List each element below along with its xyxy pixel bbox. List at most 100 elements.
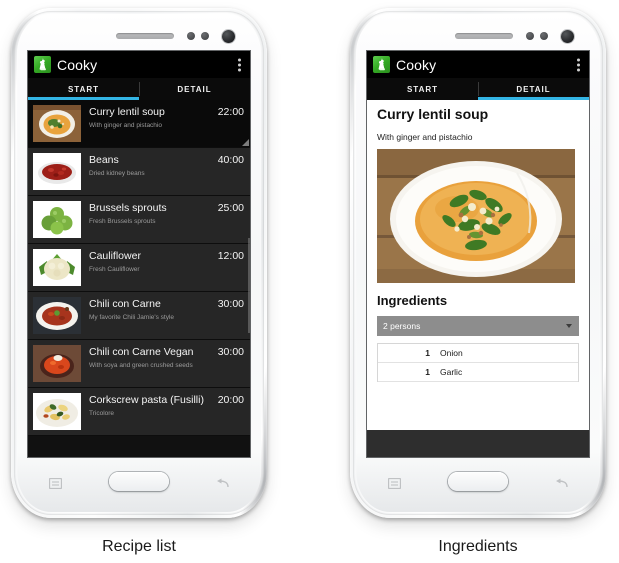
- list-item[interactable]: Curry lentil soup With ginger and pistac…: [28, 100, 250, 148]
- list-item[interactable]: Corkscrew pasta (Fusilli) Tricolore 20:0…: [28, 388, 250, 436]
- recipe-subtitle: Fresh Brussels sprouts: [89, 217, 156, 225]
- recipe-text: Chili con Carne My favorite Chili Jamie'…: [81, 297, 214, 322]
- recipe-thumbnail: [33, 105, 81, 142]
- overflow-menu-icon[interactable]: [238, 58, 241, 71]
- recipe-subtitle: With ginger and pistachio: [89, 121, 162, 129]
- list-item[interactable]: Beans Dried kidney beans 40:00: [28, 148, 250, 196]
- tab-bar: START DETAIL: [367, 78, 589, 100]
- bottom-navigation-bar: [367, 430, 589, 457]
- ingredients-section-title: Ingredients: [377, 293, 448, 308]
- tab-start-label: START: [67, 84, 100, 94]
- recipe-time: 40:00: [217, 154, 244, 166]
- recipe-thumbnail: [33, 153, 81, 190]
- recipe-subtitle: Tricolore: [89, 409, 115, 417]
- app-title: Cooky: [396, 56, 437, 73]
- action-bar: Cooky: [28, 51, 250, 78]
- tab-detail-label: DETAIL: [177, 84, 212, 94]
- ingredient-quantity: 1: [425, 367, 430, 377]
- recipe-time: 12:00: [217, 250, 244, 262]
- recipe-list[interactable]: Curry lentil soup With ginger and pistac…: [28, 100, 250, 457]
- recipe-subtitle: Dried kidney beans: [89, 169, 145, 177]
- recipe-time: 30:00: [217, 346, 244, 358]
- recipe-title: Curry lentil soup: [89, 106, 165, 118]
- recipe-title: Beans: [89, 154, 119, 166]
- phone-bottom-hardware: [350, 470, 606, 496]
- recipe-title: Chili con Carne Vegan: [89, 346, 194, 358]
- recipe-text: Cauliflower Fresh Cauliflower: [81, 249, 214, 274]
- tab-detail[interactable]: DETAIL: [139, 78, 250, 100]
- recipe-text: Corkscrew pasta (Fusilli) Tricolore: [81, 393, 214, 418]
- recipe-thumbnail: [33, 201, 81, 238]
- recipe-title: Corkscrew pasta (Fusilli): [89, 394, 204, 406]
- phone-top-hardware: [11, 30, 267, 43]
- back-soft-key-icon[interactable]: [554, 476, 568, 494]
- tab-detail-label: DETAIL: [516, 84, 551, 94]
- list-item[interactable]: Chili con Carne My favorite Chili Jamie'…: [28, 292, 250, 340]
- recipe-time: 20:00: [217, 394, 244, 406]
- phone-device-recipe-list: Cooky START DETAIL Curry lentil soup Wit…: [11, 8, 267, 518]
- recipe-detail-title: Curry lentil soup: [377, 106, 489, 122]
- speaker-grille-icon: [116, 33, 174, 39]
- phone-bottom-hardware: [11, 470, 267, 496]
- menu-soft-key-icon[interactable]: [387, 476, 402, 494]
- recipe-detail-view[interactable]: Curry lentil soup With ginger and pistac…: [367, 100, 589, 457]
- recipe-thumbnail: [33, 393, 81, 430]
- chevron-down-icon: [566, 324, 572, 328]
- tab-start-label: START: [406, 84, 439, 94]
- list-item[interactable]: Brussels sprouts Fresh Brussels sprouts …: [28, 196, 250, 244]
- list-item[interactable]: Cauliflower Fresh Cauliflower 12:00: [28, 244, 250, 292]
- recipe-detail-content: Curry lentil soup With ginger and pistac…: [367, 100, 589, 382]
- servings-dropdown[interactable]: 2 persons: [377, 316, 579, 336]
- recipe-text: Brussels sprouts Fresh Brussels sprouts: [81, 201, 214, 226]
- ingredient-name: Garlic: [440, 367, 463, 377]
- proximity-sensor-icon: [526, 32, 534, 40]
- ingredients-table: 1 Onion 1 Garlic: [377, 343, 579, 382]
- recipe-text: Chili con Carne Vegan With soya and gree…: [81, 345, 214, 370]
- recipe-text: Beans Dried kidney beans: [81, 153, 214, 178]
- selected-corner-indicator: [242, 139, 249, 146]
- front-camera-icon: [561, 30, 574, 43]
- recipe-detail-photo: [377, 149, 575, 283]
- phone-top-hardware: [350, 30, 606, 43]
- recipe-thumbnail: [33, 249, 81, 286]
- home-button[interactable]: [448, 472, 508, 491]
- speaker-grille-icon: [455, 33, 513, 39]
- tab-start[interactable]: START: [367, 78, 478, 100]
- recipe-subtitle: My favorite Chili Jamie's style: [89, 313, 175, 321]
- list-item[interactable]: Chili con Carne Vegan With soya and gree…: [28, 340, 250, 388]
- phone-screen-ingredients: Cooky START DETAIL Curry lentil soup Wit…: [367, 51, 589, 457]
- menu-soft-key-icon[interactable]: [48, 476, 63, 494]
- back-soft-key-icon[interactable]: [215, 476, 229, 494]
- light-sensor-icon: [201, 32, 209, 40]
- servings-dropdown-value: 2 persons: [383, 321, 421, 331]
- app-title: Cooky: [57, 56, 98, 73]
- action-bar: Cooky: [367, 51, 589, 78]
- recipe-time: 30:00: [217, 298, 244, 310]
- light-sensor-icon: [540, 32, 548, 40]
- caption-ingredients: Ingredients: [438, 538, 518, 555]
- recipe-text: Curry lentil soup With ginger and pistac…: [81, 105, 214, 130]
- cooky-app-icon: [34, 56, 51, 73]
- screenshot-stage: Cooky START DETAIL Curry lentil soup Wit…: [0, 0, 619, 563]
- cooky-app-icon: [373, 56, 390, 73]
- recipe-subtitle: With soya and green crushed seeds: [89, 361, 193, 369]
- ingredient-quantity: 1: [425, 348, 430, 358]
- phone-device-ingredients: Cooky START DETAIL Curry lentil soup Wit…: [350, 8, 606, 518]
- table-row[interactable]: 1 Onion: [378, 344, 578, 363]
- caption-recipe-list: Recipe list: [102, 538, 176, 555]
- recipe-thumbnail: [33, 345, 81, 382]
- tab-bar: START DETAIL: [28, 78, 250, 100]
- phone-screen-recipe-list: Cooky START DETAIL Curry lentil soup Wit…: [28, 51, 250, 457]
- home-button[interactable]: [109, 472, 169, 491]
- list-scrollbar[interactable]: [248, 238, 250, 333]
- proximity-sensor-icon: [187, 32, 195, 40]
- recipe-thumbnail: [33, 297, 81, 334]
- recipe-title: Cauliflower: [89, 250, 141, 262]
- ingredient-name: Onion: [440, 348, 463, 358]
- overflow-menu-icon[interactable]: [577, 58, 580, 71]
- recipe-title: Chili con Carne: [89, 298, 161, 310]
- table-row[interactable]: 1 Garlic: [378, 363, 578, 382]
- recipe-title: Brussels sprouts: [89, 202, 167, 214]
- front-camera-icon: [222, 30, 235, 43]
- recipe-detail-subtitle: With ginger and pistachio: [377, 132, 473, 142]
